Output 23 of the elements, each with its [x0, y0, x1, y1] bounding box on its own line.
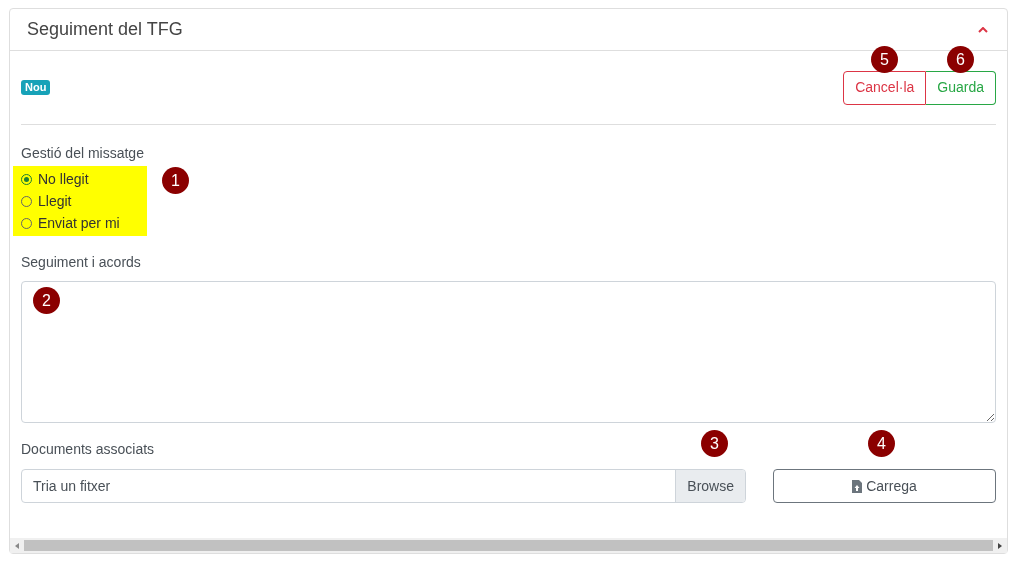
panel-title: Seguiment del TFG — [27, 18, 183, 41]
file-input[interactable]: Tria un fitxer Browse — [21, 469, 746, 503]
file-placeholder: Tria un fitxer — [32, 476, 112, 496]
field-label: Seguiment i acords — [21, 253, 141, 272]
annotation-marker: 2 — [33, 287, 60, 314]
notes-field[interactable] — [21, 281, 996, 423]
annotation-marker: 6 — [947, 46, 974, 73]
new-badge: Nou — [21, 80, 51, 95]
browse-button[interactable]: Browse — [675, 470, 745, 502]
chevron-icon[interactable] — [978, 26, 988, 33]
radio-option[interactable]: No llegit — [21, 168, 147, 190]
radio-option[interactable]: Enviat per mi — [21, 212, 147, 234]
file-upload-icon — [852, 479, 863, 493]
cancel-button[interactable]: Cancel·la — [843, 70, 927, 105]
annotation-marker: 1 — [162, 167, 189, 194]
horizontal-scrollbar[interactable] — [10, 538, 1007, 553]
radio-option[interactable]: Llegit — [21, 190, 147, 212]
field-label: Documents associats — [21, 440, 155, 459]
annotation-marker: 4 — [868, 430, 895, 457]
field-label: Gestió del missatge — [21, 144, 144, 163]
annotation-marker: 3 — [701, 430, 728, 457]
upload-button[interactable]: Carrega — [773, 469, 996, 503]
annotation-marker: 5 — [871, 46, 898, 73]
